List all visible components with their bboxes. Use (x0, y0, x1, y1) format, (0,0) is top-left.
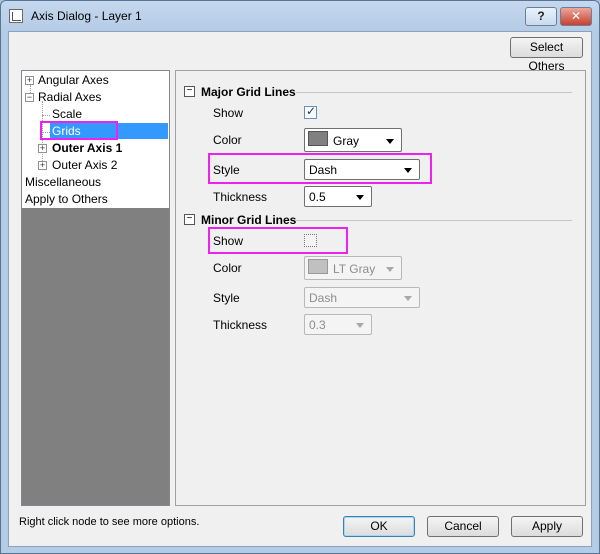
minor-show-checkbox[interactable] (304, 234, 317, 247)
tree-connector (42, 101, 43, 167)
expand-angular-axes-icon[interactable]: + (25, 76, 34, 85)
collapse-radial-axes-icon[interactable]: − (25, 93, 34, 102)
minor-color-dropdown[interactable]: LT Gray (304, 256, 402, 280)
tree-connector (42, 115, 50, 116)
major-color-value: Gray (333, 134, 360, 148)
chevron-down-icon (386, 267, 394, 272)
major-style-label: Style (213, 163, 240, 177)
axis-dialog-window: Axis Dialog - Layer 1 ? ✕ Select Others … (0, 0, 600, 554)
tree-item-apply-to-others[interactable]: Apply to Others (25, 191, 108, 207)
dialog-client-area: Select Others + Angular Axes − Radial Ax… (8, 31, 592, 547)
tree-item-angular-axes[interactable]: Angular Axes (38, 72, 109, 88)
major-style-value: Dash (309, 163, 338, 177)
chevron-down-icon (386, 139, 394, 144)
major-color-dropdown[interactable]: Gray (304, 128, 402, 152)
chevron-down-icon (404, 296, 412, 301)
window-title: Axis Dialog - Layer 1 (31, 9, 142, 23)
major-grid-divider (296, 92, 572, 93)
major-color-swatch (308, 131, 328, 146)
tree-item-radial-axes[interactable]: Radial Axes (38, 89, 101, 105)
minor-color-swatch (308, 259, 328, 274)
minor-grid-divider (296, 220, 572, 221)
cancel-button[interactable]: Cancel (427, 516, 499, 537)
minor-color-label: Color (213, 261, 242, 275)
minor-show-label: Show (213, 234, 244, 248)
ok-button[interactable]: OK (343, 516, 415, 537)
status-hint: Right click node to see more options. (19, 516, 200, 528)
major-grid-title: Major Grid Lines (201, 85, 296, 99)
tree-item-outer-axis-1[interactable]: Outer Axis 1 (52, 140, 122, 156)
major-thickness-value: 0.5 (309, 190, 326, 204)
tree-item-outer-axis-2[interactable]: Outer Axis 2 (52, 157, 117, 173)
minor-thickness-dropdown[interactable]: 0.3 (304, 314, 372, 335)
minor-style-value: Dash (309, 291, 338, 305)
minor-color-value: LT Gray (333, 262, 376, 276)
apply-button[interactable]: Apply (511, 516, 583, 537)
tree-item-scale[interactable]: Scale (52, 106, 82, 122)
app-icon (9, 9, 23, 23)
select-others-button[interactable]: Select Others (510, 37, 583, 73)
collapse-minor-grid-icon[interactable]: − (184, 214, 195, 225)
help-button[interactable]: ? (525, 7, 557, 26)
expand-outer-axis-1-icon[interactable]: + (38, 144, 47, 153)
major-show-label: Show (213, 106, 244, 120)
tree-item-grids[interactable]: Grids (50, 123, 168, 139)
chevron-down-icon (356, 195, 364, 200)
settings-tree[interactable]: + Angular Axes − Radial Axes Scale Grids… (21, 70, 170, 506)
minor-grid-title: Minor Grid Lines (201, 213, 297, 227)
chevron-down-icon (356, 323, 364, 328)
grid-settings-panel: − Major Grid Lines Show Color Gray Style… (175, 70, 586, 506)
minor-style-dropdown[interactable]: Dash (304, 287, 420, 308)
minor-style-label: Style (213, 291, 240, 305)
major-style-dropdown[interactable]: Dash (304, 159, 420, 180)
expand-outer-axis-2-icon[interactable]: + (38, 161, 47, 170)
minor-thickness-value: 0.3 (309, 318, 326, 332)
chevron-down-icon (404, 168, 412, 173)
major-show-checkbox[interactable] (304, 104, 317, 119)
minor-thickness-label: Thickness (213, 318, 268, 332)
major-thickness-label: Thickness (213, 190, 268, 204)
title-bar[interactable]: Axis Dialog - Layer 1 ? ✕ (1, 1, 599, 31)
major-color-label: Color (213, 133, 242, 147)
tree-connector (42, 132, 50, 133)
major-thickness-dropdown[interactable]: 0.5 (304, 186, 372, 207)
collapse-major-grid-icon[interactable]: − (184, 86, 195, 97)
tree-item-miscellaneous[interactable]: Miscellaneous (25, 174, 101, 190)
close-button[interactable]: ✕ (560, 7, 592, 26)
